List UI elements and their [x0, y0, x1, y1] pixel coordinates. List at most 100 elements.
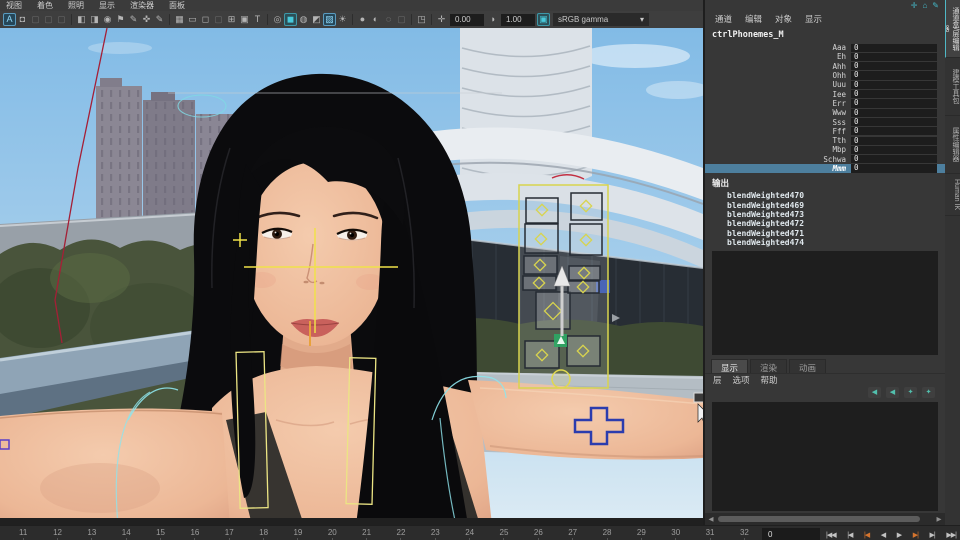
channel-attribute-row[interactable]: Ohh 0: [705, 71, 945, 80]
gamma-field[interactable]: 1.00: [501, 13, 535, 26]
channel-attribute-row[interactable]: Iee 0: [705, 89, 945, 99]
channel-box-menu-item[interactable]: 编辑: [745, 13, 762, 25]
ambient-occlusion-icon[interactable]: ◐: [369, 13, 382, 26]
viewport-menu-item[interactable]: 视图: [6, 0, 22, 11]
frame-tick[interactable]: 14: [109, 526, 143, 540]
frame-tick[interactable]: 12: [40, 526, 74, 540]
step-forward-key-button[interactable]: ▶|: [913, 531, 919, 539]
plugin-slot-icon[interactable]: ▢: [395, 13, 408, 26]
draw-tool-icon[interactable]: ✎: [153, 13, 166, 26]
attribute-value-field[interactable]: 0: [851, 43, 937, 52]
frame-tick[interactable]: 24: [452, 526, 486, 540]
frame-tick[interactable]: 25: [487, 526, 521, 540]
attribute-value-field[interactable]: 0: [851, 61, 937, 71]
play-backward-button[interactable]: ◀: [881, 531, 886, 539]
channel-attribute-row[interactable]: Ahh 0: [705, 61, 945, 71]
attribute-value-field[interactable]: 0: [851, 80, 937, 89]
frame-tick[interactable]: 27: [556, 526, 590, 540]
channel-attribute-row[interactable]: Eh 0: [705, 52, 945, 61]
channel-attribute-row[interactable]: Tth 0: [705, 136, 945, 145]
channel-attribute-row[interactable]: Uuu 0: [705, 80, 945, 89]
field-chart-icon[interactable]: ⊞: [225, 13, 238, 26]
selected-node-name[interactable]: ctrlPhonemes_M: [705, 26, 945, 43]
safe-action-icon[interactable]: ▣: [238, 13, 251, 26]
attribute-value-field[interactable]: 0: [851, 71, 937, 80]
play-forward-button[interactable]: ▶: [897, 531, 902, 539]
lock-camera-icon[interactable]: ◘: [16, 13, 29, 26]
attribute-value-field[interactable]: 0: [851, 136, 937, 145]
output-node-item[interactable]: blendWeighted469: [705, 201, 945, 210]
frame-tick[interactable]: 20: [315, 526, 349, 540]
textured-icon[interactable]: ◍: [297, 13, 310, 26]
layer-editor-tab[interactable]: 渲染: [750, 358, 788, 373]
channel-attribute-row[interactable]: Fff 0: [705, 127, 945, 136]
previous-view-icon[interactable]: ◧: [75, 13, 88, 26]
grid-icon[interactable]: ▦: [173, 13, 186, 26]
frame-tick[interactable]: 13: [75, 526, 109, 540]
channel-box-menu-item[interactable]: 显示: [805, 13, 822, 25]
separator[interactable]: [411, 14, 412, 25]
layer-editor-menu-item[interactable]: 层: [713, 374, 722, 386]
bookmark-slot-icon[interactable]: ▢: [42, 13, 55, 26]
scrollbar-thumb[interactable]: [718, 516, 920, 522]
channel-box-menu-item[interactable]: 对象: [775, 13, 792, 25]
sidebar-tab[interactable]: 通道盒/层编辑器: [945, 0, 960, 58]
separator[interactable]: [169, 14, 170, 25]
layer-move-icon-2[interactable]: ◀: [886, 386, 899, 398]
frame-tick[interactable]: 22: [384, 526, 418, 540]
channel-attribute-row[interactable]: Www 0: [705, 108, 945, 117]
select-camera-icon[interactable]: A: [3, 13, 16, 26]
frame-tick[interactable]: 32: [727, 526, 761, 540]
scroll-left-icon[interactable]: ◀: [706, 515, 716, 523]
camera-icon[interactable]: ◉: [101, 13, 114, 26]
exposure-field[interactable]: 0.00: [450, 13, 484, 26]
channel-box-hscrollbar[interactable]: ◀ ▶: [705, 513, 945, 525]
attribute-value-field[interactable]: 0: [851, 52, 937, 62]
exposure-icon[interactable]: ✛: [435, 13, 448, 26]
gate-mask-icon[interactable]: ▢: [212, 13, 225, 26]
layer-editor-tab[interactable]: 显示: [711, 358, 749, 373]
next-view-icon[interactable]: ◨: [88, 13, 101, 26]
frame-tick[interactable]: 18: [246, 526, 280, 540]
channel-box-menu-item[interactable]: 通道: [715, 13, 732, 25]
step-forward-frame-button[interactable]: ▶|: [930, 531, 936, 539]
motion-blur-icon[interactable]: ◌: [382, 13, 395, 26]
gamma-icon[interactable]: ◑: [486, 13, 499, 26]
separator[interactable]: [352, 14, 353, 25]
channel-attribute-row[interactable]: Err 0: [705, 99, 945, 108]
attribute-value-field[interactable]: 0: [851, 164, 937, 173]
attribute-value-field[interactable]: 0: [851, 99, 937, 108]
channel-attribute-row[interactable]: Schwa 0: [705, 154, 945, 164]
viewport-menu-item[interactable]: 显示: [99, 0, 115, 11]
frame-tick[interactable]: 17: [212, 526, 246, 540]
step-back-frame-button[interactable]: |◀: [847, 531, 853, 539]
viewport-menu-item[interactable]: 着色: [37, 0, 53, 11]
viewport-menu-item[interactable]: 面板: [169, 0, 185, 11]
viewport-3d-scene[interactable]: [0, 28, 703, 525]
film-gate-icon[interactable]: ▭: [186, 13, 199, 26]
output-node-item[interactable]: blendWeighted471: [705, 229, 945, 238]
sidebar-tab[interactable]: 属性编辑器: [945, 116, 960, 174]
output-node-item[interactable]: blendWeighted470: [705, 191, 945, 200]
step-back-key-button[interactable]: |◀: [864, 531, 870, 539]
bookmark-icon[interactable]: ⚑: [114, 13, 127, 26]
frame-tick[interactable]: 30: [659, 526, 693, 540]
frame-tick[interactable]: 16: [178, 526, 212, 540]
image-plane-icon[interactable]: ▢: [55, 13, 68, 26]
layer-paint-icon[interactable]: ✦: [904, 386, 917, 398]
grease-pencil-icon[interactable]: ✎: [127, 13, 140, 26]
shaded-icon[interactable]: ◼: [284, 13, 297, 26]
frame-tick[interactable]: 21: [349, 526, 383, 540]
edit-mode-icon[interactable]: ✎: [932, 1, 939, 11]
frame-tick[interactable]: 11: [6, 526, 40, 540]
frame-tick[interactable]: 19: [281, 526, 315, 540]
layer-move-icon-1[interactable]: ◀: [868, 386, 881, 398]
frame-tick[interactable]: 23: [418, 526, 452, 540]
rotate-view-icon[interactable]: ✜: [140, 13, 153, 26]
resolution-gate-icon[interactable]: ◻: [199, 13, 212, 26]
sidebar-tab[interactable]: Human IK: [945, 174, 960, 217]
lighting-icon[interactable]: ☀: [336, 13, 349, 26]
layer-editor-menu-item[interactable]: 帮助: [761, 374, 778, 386]
separator[interactable]: [71, 14, 72, 25]
channel-attribute-row[interactable]: Mmm 0: [705, 164, 945, 174]
